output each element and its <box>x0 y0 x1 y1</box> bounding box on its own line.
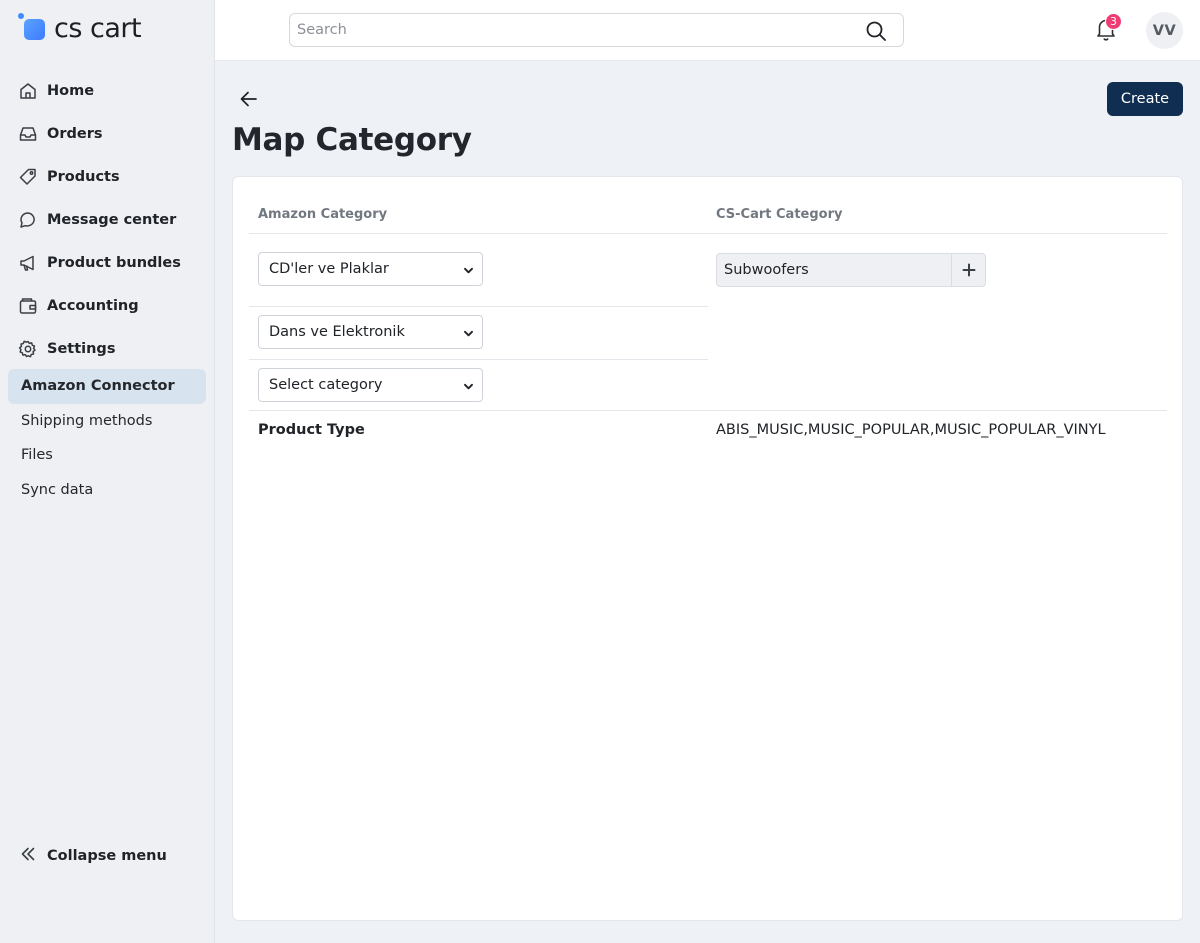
sidebar-item-accounting[interactable]: Accounting <box>0 284 215 327</box>
logo[interactable]: cs cart <box>18 12 142 44</box>
sidebar-item-label: Orders <box>47 125 103 142</box>
sidebar-item-shipping-methods[interactable]: Shipping methods <box>8 404 206 439</box>
cscart-category-value: Subwoofers <box>724 262 809 278</box>
sidebar-item-product-bundles[interactable]: Product bundles <box>0 241 215 284</box>
main-nav: Home Orders Products Message center Prod… <box>0 69 215 370</box>
top-bar: 3 VV <box>215 0 1200 61</box>
sidebar-item-label: Product bundles <box>47 254 181 271</box>
chevron-down-icon <box>463 327 474 338</box>
sidebar: cs cart Home Orders Products Message cen… <box>0 0 215 943</box>
sidebar-item-label: Settings <box>47 340 116 357</box>
create-button[interactable]: Create <box>1107 82 1183 116</box>
logo-mark-icon <box>18 13 48 43</box>
megaphone-icon <box>18 253 38 273</box>
select-value: Select category <box>269 377 383 393</box>
plus-icon[interactable] <box>951 254 985 286</box>
wallet-icon <box>18 296 38 316</box>
sidebar-item-settings[interactable]: Settings <box>0 327 215 370</box>
sidebar-item-home[interactable]: Home <box>0 69 215 112</box>
search-icon[interactable] <box>865 20 887 42</box>
gear-icon <box>18 339 38 359</box>
sidebar-item-label: Accounting <box>47 297 139 314</box>
amazon-category-select-2[interactable]: Dans ve Elektronik <box>258 315 483 349</box>
collapse-menu-button[interactable]: Collapse menu <box>18 844 167 868</box>
chevron-down-icon <box>463 380 474 391</box>
notification-badge: 3 <box>1105 13 1122 30</box>
sidebar-item-message-center[interactable]: Message center <box>0 198 215 241</box>
sidebar-item-label: Home <box>47 82 95 99</box>
logo-text: cs cart <box>54 12 142 44</box>
mapping-card: Amazon Category CS-Cart Category CD'ler … <box>232 176 1183 921</box>
product-type-value: ABIS_MUSIC,MUSIC_POPULAR,MUSIC_POPULAR_V… <box>716 422 1106 438</box>
sidebar-item-products[interactable]: Products <box>0 155 215 198</box>
row-divider <box>249 359 708 360</box>
home-icon <box>18 81 38 101</box>
sidebar-item-label: Products <box>47 168 120 185</box>
sidebar-item-sync-data[interactable]: Sync data <box>8 473 206 508</box>
settings-subnav: Amazon Connector Shipping methods Files … <box>8 369 206 507</box>
sidebar-item-files[interactable]: Files <box>8 438 206 473</box>
header-divider <box>249 233 1167 234</box>
double-chevron-left-icon <box>18 844 38 868</box>
sidebar-item-label: Message center <box>47 211 177 228</box>
section-divider <box>249 410 1167 411</box>
select-value: CD'ler ve Plaklar <box>269 261 389 277</box>
avatar[interactable]: VV <box>1146 12 1183 49</box>
search-box <box>289 13 904 47</box>
search-input[interactable] <box>297 14 857 46</box>
product-type-label: Product Type <box>258 422 365 438</box>
cscart-category-picker[interactable]: Subwoofers <box>716 253 986 287</box>
chevron-down-icon <box>463 264 474 275</box>
page-title: Map Category <box>232 122 472 158</box>
amazon-category-select-1[interactable]: CD'ler ve Plaklar <box>258 252 483 286</box>
collapse-menu-label: Collapse menu <box>47 848 167 864</box>
back-arrow-icon[interactable] <box>238 88 260 110</box>
amazon-category-header: Amazon Category <box>258 207 388 222</box>
sidebar-item-amazon-connector[interactable]: Amazon Connector <box>8 369 206 404</box>
chat-icon <box>18 210 38 230</box>
sidebar-item-orders[interactable]: Orders <box>0 112 215 155</box>
amazon-category-select-3[interactable]: Select category <box>258 368 483 402</box>
tag-icon <box>18 167 38 187</box>
select-value: Dans ve Elektronik <box>269 324 405 340</box>
cscart-category-header: CS-Cart Category <box>716 207 843 222</box>
row-divider <box>249 306 708 307</box>
inbox-icon <box>18 124 38 144</box>
